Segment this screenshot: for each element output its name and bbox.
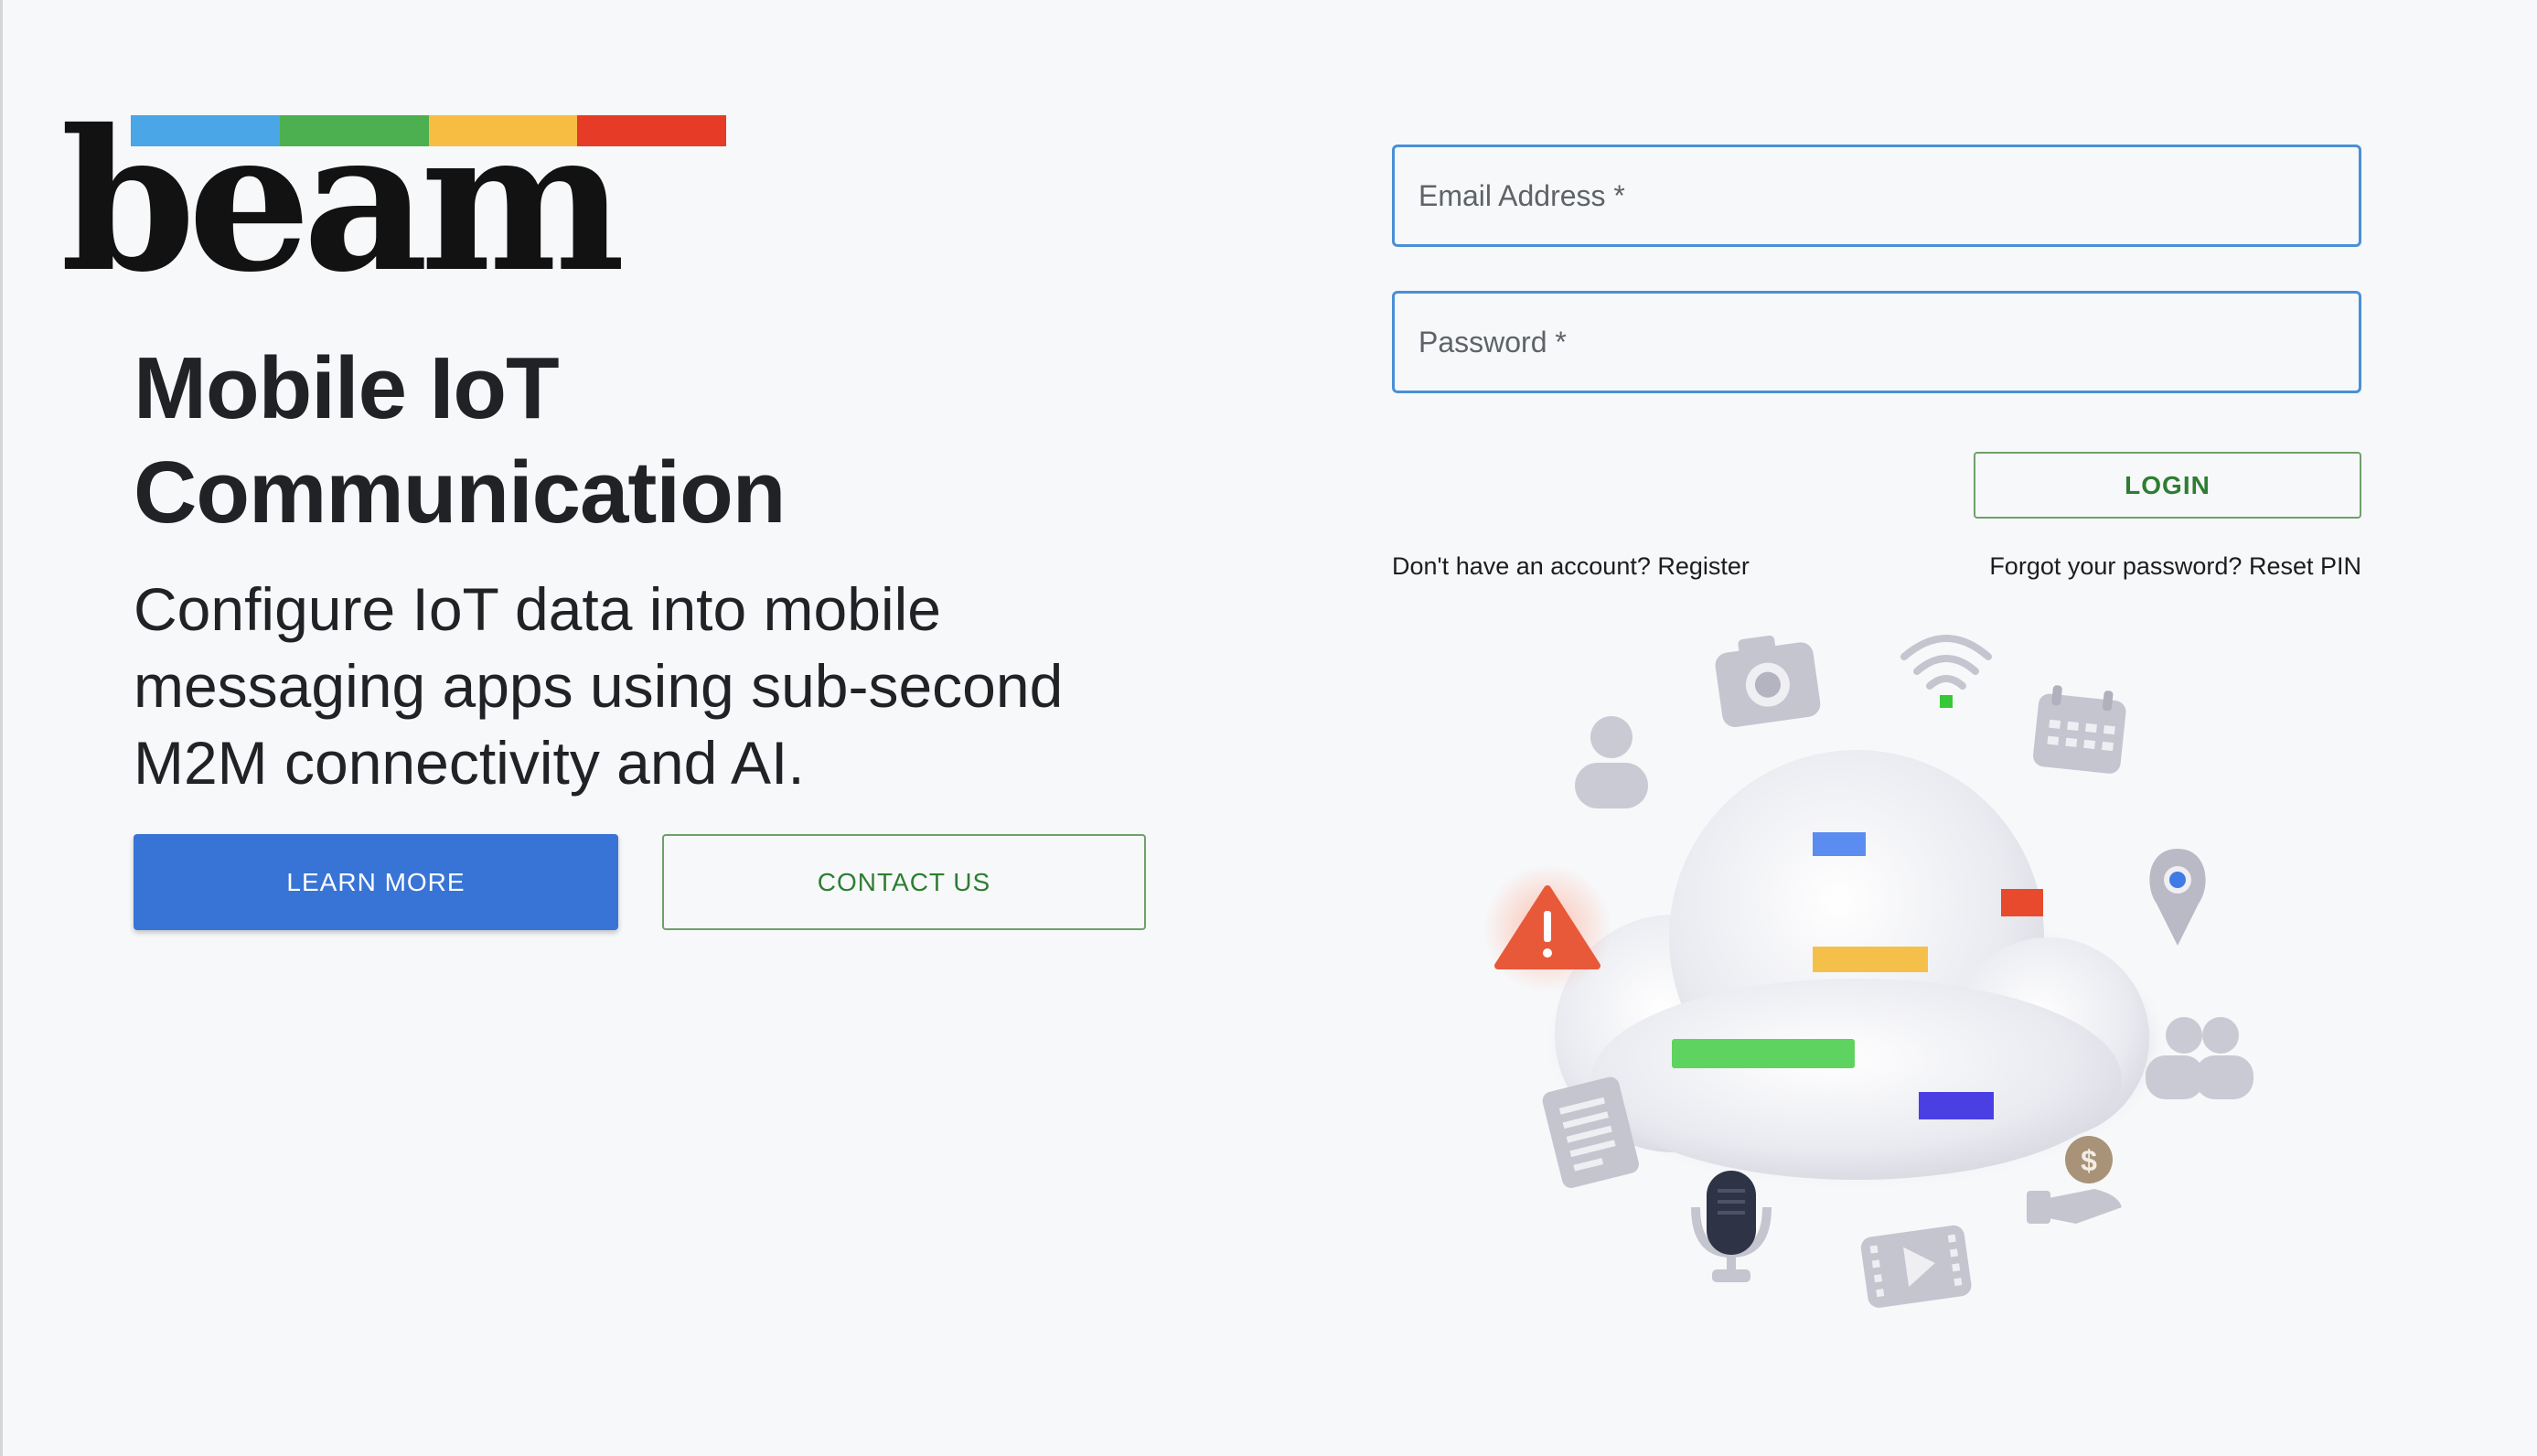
cloud-bar-indigo	[1919, 1092, 1994, 1119]
cloud-bar-red	[2001, 889, 2043, 916]
beam-logo: beam	[60, 104, 726, 298]
email-field-wrapper	[1392, 145, 2361, 247]
microphone-icon	[1691, 1171, 1772, 1282]
location-pin-icon	[2149, 849, 2206, 946]
calendar-icon	[2033, 685, 2126, 774]
warning-icon	[1483, 864, 1611, 992]
person-icon	[1575, 716, 1648, 808]
hero-title: Mobile IoT Communication	[134, 337, 829, 545]
iot-cloud-illustration: $	[1463, 604, 2286, 1335]
wifi-icon	[1900, 635, 1992, 708]
reset-pin-link[interactable]: Forgot your password? Reset PIN	[1989, 552, 2361, 581]
group-icon	[2146, 1017, 2253, 1099]
cloud-bar-blue	[1813, 832, 1866, 856]
login-button[interactable]: LOGIN	[1974, 452, 2361, 519]
hero-title-line1: Mobile IoT	[134, 339, 560, 437]
password-field-wrapper	[1392, 291, 2361, 393]
window-left-edge	[0, 0, 3, 1456]
camera-icon	[1715, 635, 1821, 727]
register-link[interactable]: Don't have an account? Register	[1392, 552, 1750, 581]
learn-more-button[interactable]: LEARN MORE	[134, 834, 618, 930]
video-icon	[1860, 1225, 1972, 1308]
cloud-bar-green	[1672, 1039, 1855, 1068]
contact-us-button[interactable]: CONTACT US	[662, 834, 1146, 930]
svg-text:$: $	[2081, 1144, 2097, 1177]
logo-wordmark: beam	[60, 87, 626, 315]
password-field[interactable]	[1395, 294, 2359, 391]
cloud-bar-yellow	[1813, 947, 1928, 972]
hero-subtitle: Configure IoT data into mobile messaging…	[134, 575, 1064, 797]
hero-title-line2: Communication	[134, 444, 786, 541]
email-field[interactable]	[1395, 147, 2359, 244]
